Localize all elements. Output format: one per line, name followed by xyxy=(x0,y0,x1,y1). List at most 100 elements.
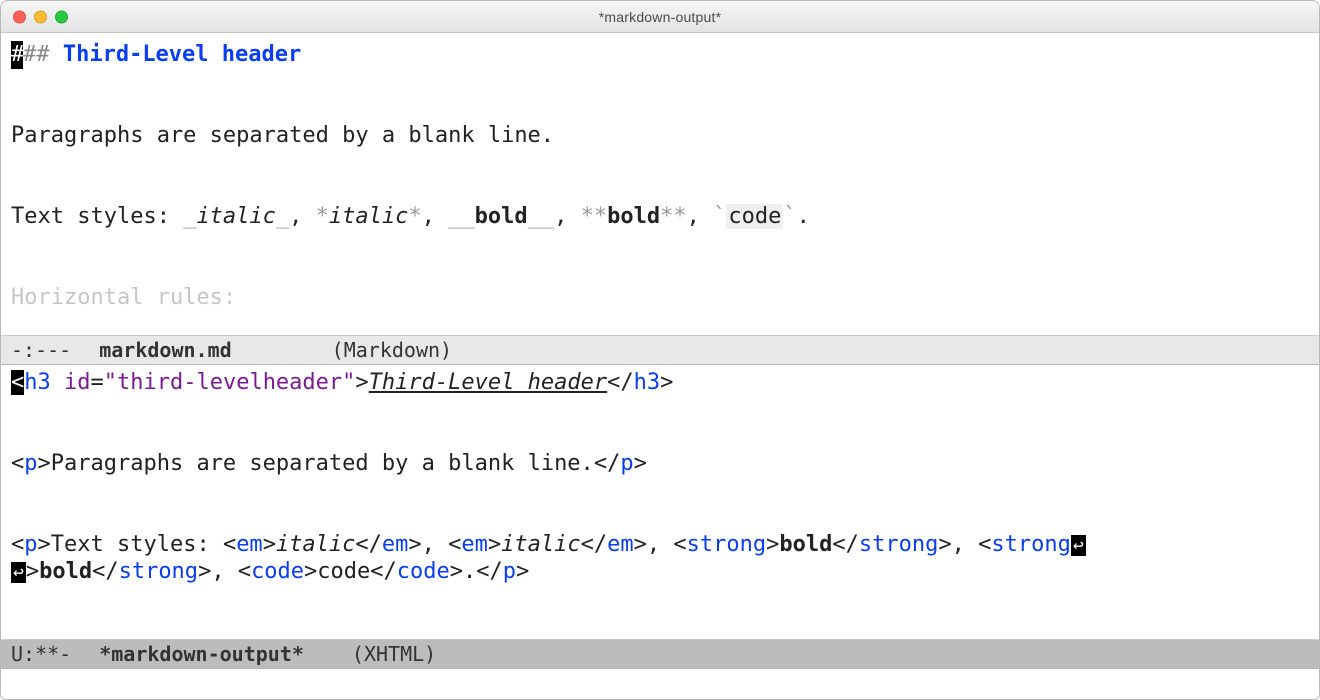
modeline-top[interactable]: -:--- markdown.md (Markdown) xyxy=(1,335,1319,365)
strong-text: bold xyxy=(39,559,92,584)
italic-underscore: italic xyxy=(196,204,275,229)
major-mode: (Markdown) xyxy=(332,338,452,362)
strong-text: bold xyxy=(779,532,832,557)
sep: , xyxy=(647,532,674,557)
tag-close-em: em xyxy=(607,532,634,557)
cursor-bottom: < xyxy=(11,370,24,395)
equals: = xyxy=(91,370,104,395)
buffer-name: *markdown-output* xyxy=(99,642,304,666)
marker-dstar: ** xyxy=(660,204,687,229)
angle-gt: > xyxy=(488,532,501,557)
angle-gt: > xyxy=(38,532,51,557)
line-wrap-icon: ↩ xyxy=(1071,535,1086,556)
angle-lt: < xyxy=(11,451,24,476)
marker-star: * xyxy=(408,204,421,229)
bold-star: bold xyxy=(607,204,660,229)
tag-open-code: code xyxy=(251,559,304,584)
title-bar[interactable]: *markdown-output* xyxy=(1,1,1319,33)
angle-gt: > xyxy=(634,532,647,557)
tag-open-em: em xyxy=(236,532,263,557)
attr-value-id: "third-levelheader" xyxy=(104,370,356,395)
em-text: italic xyxy=(501,532,580,557)
angle-lt: < xyxy=(448,532,461,557)
angle-lt: < xyxy=(594,451,607,476)
angle-gt: > xyxy=(263,532,276,557)
minibuffer[interactable] xyxy=(1,669,1319,699)
slash: / xyxy=(369,532,382,557)
html-output-buffer[interactable]: <h3 id="third-levelheader">Third-Level h… xyxy=(1,365,1319,639)
marker-underscore: _ xyxy=(276,204,289,229)
angle-lt: < xyxy=(607,370,620,395)
clipped-line: Horizontal rules: xyxy=(11,285,236,310)
angle-lt: < xyxy=(355,532,368,557)
tag-close-p: p xyxy=(620,451,633,476)
angle-lt: < xyxy=(238,559,251,584)
bold-underscore: bold xyxy=(475,204,528,229)
marker-star: * xyxy=(316,204,329,229)
sep: , xyxy=(422,532,449,557)
marker-dunder: __ xyxy=(448,204,475,229)
slash: / xyxy=(105,559,118,584)
tag-close-p: p xyxy=(503,559,516,584)
tag-close-code: code xyxy=(397,559,450,584)
em-text: italic xyxy=(276,532,355,557)
attr-name-id: id xyxy=(64,370,91,395)
space xyxy=(51,370,64,395)
angle-gt: > xyxy=(304,559,317,584)
slash: / xyxy=(490,559,503,584)
h3-text: Third-Level header xyxy=(369,370,607,395)
tag-open-strong: strong xyxy=(991,532,1070,557)
buffer-name: markdown.md xyxy=(99,338,231,362)
zoom-icon[interactable] xyxy=(55,10,68,23)
angle-gt: > xyxy=(660,370,673,395)
period: . xyxy=(797,204,810,229)
angle-gt: > xyxy=(938,532,951,557)
marker-dstar: ** xyxy=(581,204,608,229)
marker-underscore: _ xyxy=(183,204,196,229)
angle-lt: < xyxy=(92,559,105,584)
angle-gt: > xyxy=(198,559,211,584)
major-mode: (XHTML) xyxy=(352,642,436,666)
angle-gt: > xyxy=(450,559,463,584)
angle-gt: > xyxy=(766,532,779,557)
code-text: code xyxy=(317,559,370,584)
angle-lt: < xyxy=(581,532,594,557)
sep: , xyxy=(211,559,238,584)
close-icon[interactable] xyxy=(13,10,26,23)
marker-backtick: ` xyxy=(783,204,796,229)
heading-hashes: ## xyxy=(23,42,50,67)
modeline-bottom[interactable]: U:**- *markdown-output* (XHTML) xyxy=(1,639,1319,669)
tag-close-strong: strong xyxy=(859,532,938,557)
modeline-flags: U:**- xyxy=(11,642,71,666)
line-wrap-icon: ↩ xyxy=(11,562,26,583)
marker-dunder: __ xyxy=(528,204,555,229)
minimize-icon[interactable] xyxy=(34,10,47,23)
p2-prefix: Text styles: xyxy=(51,532,223,557)
angle-lt: < xyxy=(370,559,383,584)
angle-lt: < xyxy=(978,532,991,557)
angle-gt: > xyxy=(634,451,647,476)
tag-open-em: em xyxy=(461,532,488,557)
angle-lt: < xyxy=(476,559,489,584)
angle-lt: < xyxy=(223,532,236,557)
tag-open-strong: strong xyxy=(687,532,766,557)
sep: , xyxy=(952,532,979,557)
window-title: *markdown-output* xyxy=(599,9,721,25)
slash: / xyxy=(594,532,607,557)
tag-close-em: em xyxy=(382,532,409,557)
marker-backtick: ` xyxy=(713,204,726,229)
styles-prefix: Text styles: xyxy=(11,204,183,229)
angle-gt: > xyxy=(38,451,51,476)
angle-gt: > xyxy=(26,559,39,584)
markdown-buffer[interactable]: ### Third-Level header Paragraphs are sep… xyxy=(1,33,1319,335)
cursor-top: # xyxy=(11,41,23,69)
tag-close-h3: h3 xyxy=(634,370,661,395)
paragraph-text: Paragraphs are separated by a blank line… xyxy=(11,123,554,148)
angle-lt: < xyxy=(673,532,686,557)
tag-open-h3: h3 xyxy=(24,370,51,395)
slash: / xyxy=(384,559,397,584)
slash: / xyxy=(846,532,859,557)
angle-lt: < xyxy=(832,532,845,557)
angle-gt: > xyxy=(355,370,368,395)
heading-text: Third-Level header xyxy=(63,42,301,67)
